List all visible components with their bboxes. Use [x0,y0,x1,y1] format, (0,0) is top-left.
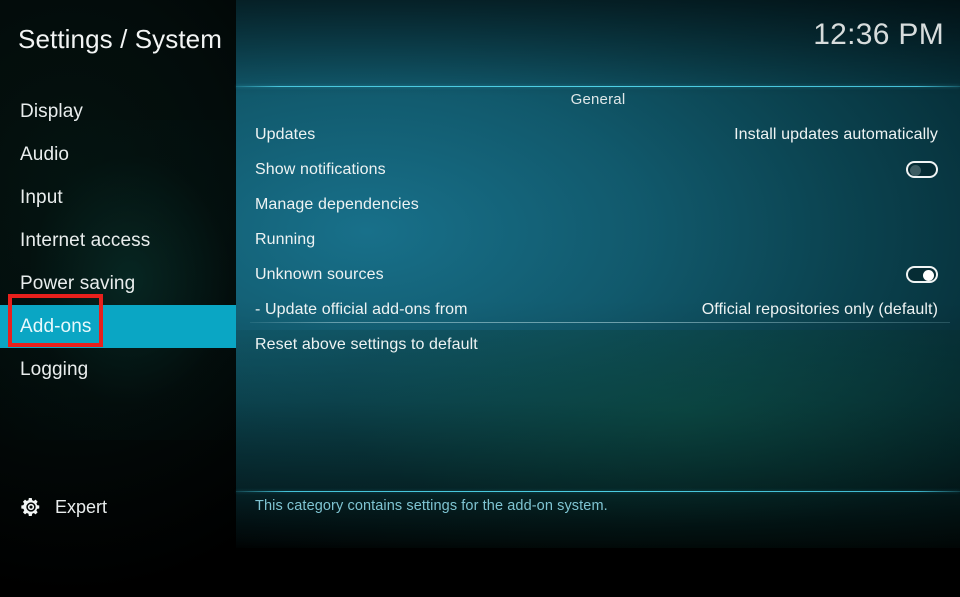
sidebar-item-label: Display [20,100,83,122]
setting-row-show-notifications[interactable]: Show notifications [236,152,960,187]
sidebar-item-add-ons[interactable]: Add-ons [0,305,236,348]
settings-level-button[interactable]: Expert [20,491,107,523]
footer-separator [236,491,960,492]
page-title: Settings / System [18,24,222,54]
sidebar-item-label: Internet access [20,229,151,251]
sidebar-item-input[interactable]: Input [0,176,236,219]
setting-row-updates[interactable]: Updates Install updates automatically [236,117,960,152]
sidebar-item-display[interactable]: Display [0,90,236,133]
setting-row-manage-dependencies[interactable]: Manage dependencies [236,187,960,222]
setting-row-running[interactable]: Running [236,222,960,257]
settings-list: Updates Install updates automatically Sh… [236,117,960,327]
setting-row-reset-above-settings[interactable]: Reset above settings to default [236,327,960,362]
setting-row-unknown-sources[interactable]: Unknown sources [236,257,960,292]
sidebar-item-label: Audio [20,143,70,165]
section-header-general: General [570,91,626,108]
sidebar-item-label: Input [20,186,63,208]
settings-level-label: Expert [55,496,108,517]
setting-label: Updates [255,125,316,143]
content-panel-bottom-fade [236,548,960,597]
setting-label: Running [255,230,316,248]
sidebar-item-label: Add-ons [20,315,92,337]
kodi-settings-screen: Settings / System 12:36 PM Display Audio… [0,0,960,597]
sidebar-item-logging[interactable]: Logging [0,348,236,391]
setting-label: - Update official add-ons from [255,300,468,318]
gear-icon [20,496,42,518]
setting-value: Official repositories only (default) [701,300,938,318]
setting-value: Install updates automatically [734,125,938,143]
toggle-unknown-sources[interactable] [906,266,938,283]
header-separator [236,86,960,87]
sidebar-item-audio[interactable]: Audio [0,133,236,176]
sidebar-item-power-saving[interactable]: Power saving [0,262,236,305]
sidebar-item-label: Logging [20,358,89,380]
setting-label: Reset above settings to default [255,335,478,353]
clock: 12:36 PM [813,18,944,51]
category-description: This category contains settings for the … [255,498,608,514]
sidebar-item-internet-access[interactable]: Internet access [0,219,236,262]
toggle-show-notifications[interactable] [906,161,938,178]
setting-label: Unknown sources [255,265,384,283]
settings-group-divider [250,322,950,323]
sidebar-category-list: Display Audio Input Internet access Powe… [0,90,236,391]
toggle-knob [910,164,921,176]
toggle-knob [923,269,934,281]
setting-label: Show notifications [255,160,386,178]
sidebar-item-label: Power saving [20,272,136,294]
setting-label: Manage dependencies [255,195,419,213]
reset-section: Reset above settings to default [236,327,960,362]
